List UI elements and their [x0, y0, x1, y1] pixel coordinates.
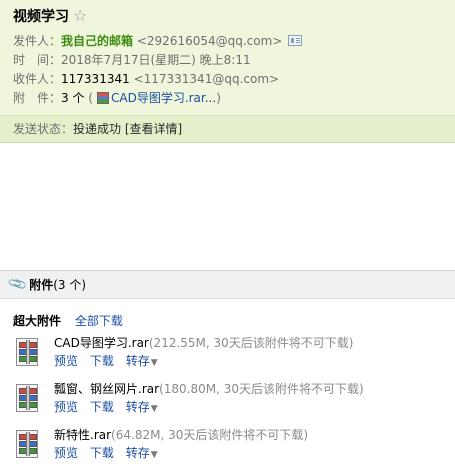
attachment-name-row: 新特性.rar(64.82M, 30天后该附件将不可下载): [54, 427, 308, 444]
recipient-address: <117331341@qq.com>: [133, 72, 280, 86]
send-status-value: 投递成功: [73, 122, 122, 136]
preview-link[interactable]: 预览: [54, 446, 78, 460]
attachment-summary-row: 附 件：3 个 ( CAD导图学习.rar...): [13, 89, 221, 107]
rar-archive-icon: [96, 92, 109, 104]
star-outline-icon[interactable]: ☆: [73, 8, 87, 24]
attachments-title: 附件: [29, 278, 54, 292]
download-all-link[interactable]: 全部下载: [75, 314, 123, 328]
attachment-actions: 预览 下载 转存▼: [54, 399, 166, 416]
send-status-label: 发送状态：: [13, 122, 74, 136]
sender-row: 发件人：我自己的邮箱 <292616054@qq.com>: [13, 32, 303, 50]
attachments-count: (3 个): [53, 278, 87, 292]
attachment-filename[interactable]: 瓢窗、钢丝网片.rar: [54, 382, 159, 396]
rar-archive-icon: [16, 384, 40, 414]
save-to-link[interactable]: 转存▼: [126, 400, 158, 414]
attachment-name-row: 瓢窗、钢丝网片.rar(180.80M, 30天后该附件将不可下载): [54, 381, 364, 398]
send-status-row: 发送状态：投递成功 [查看详情]: [13, 120, 182, 138]
attachments-subheader: 超大附件 全部下载: [13, 312, 123, 329]
attachment-close-paren: ): [216, 91, 221, 105]
recipient-name[interactable]: 117331341: [61, 72, 130, 86]
recipient-label: 收件人：: [13, 72, 62, 86]
attachment-actions: 预览 下载 转存▼: [54, 353, 166, 370]
attachment-label: 附 件：: [13, 91, 62, 105]
large-attachment-label: 超大附件: [13, 314, 62, 328]
email-subject: 视频学习: [13, 9, 69, 25]
caret-down-icon: ▼: [150, 358, 158, 368]
attachment-actions: 预览 下载 转存▼: [54, 445, 166, 462]
sender-address: <292616054@qq.com>: [136, 34, 283, 48]
rar-archive-icon: [16, 430, 40, 460]
send-status-bar: 发送状态：投递成功 [查看详情]: [0, 116, 455, 143]
download-link[interactable]: 下载: [90, 400, 114, 414]
attachment-item: 瓢窗、钢丝网片.rar(180.80M, 30天后该附件将不可下载) 预览 下载…: [16, 381, 446, 421]
sender-label: 发件人：: [13, 34, 62, 48]
attachment-item: 新特性.rar(64.82M, 30天后该附件将不可下载) 预览 下载 转存▼: [16, 427, 446, 467]
caret-down-icon: ▼: [150, 450, 158, 460]
view-details-link[interactable]: [查看详情]: [125, 122, 182, 136]
save-to-link[interactable]: 转存▼: [126, 446, 158, 460]
email-header: 视频学习 ☆ 发件人：我自己的邮箱 <292616054@qq.com> 时 间…: [0, 0, 455, 115]
time-row: 时 间：2018年7月17日(星期二) 晚上8:11: [13, 51, 251, 69]
recipient-row: 收件人：117331341 <117331341@qq.com>: [13, 70, 279, 88]
sender-name[interactable]: 我自己的邮箱: [61, 34, 133, 48]
attachment-item: CAD导图学习.rar(212.55M, 30天后该附件将不可下载) 预览 下载…: [16, 335, 446, 375]
attachment-meta: (180.80M, 30天后该附件将不可下载): [159, 382, 364, 396]
contact-card-icon[interactable]: [288, 35, 303, 46]
attachments-header: 📎 附件 (3 个): [0, 271, 455, 299]
rar-archive-icon: [16, 338, 40, 368]
download-link[interactable]: 下载: [90, 354, 114, 368]
download-link[interactable]: 下载: [90, 446, 114, 460]
time-value: 2018年7月17日(星期二) 晚上8:11: [61, 53, 251, 67]
paperclip-icon: 📎: [7, 273, 29, 296]
attachment-count: 3 个: [61, 91, 85, 105]
attachment-first-link[interactable]: CAD导图学习.rar...: [111, 91, 216, 105]
preview-link[interactable]: 预览: [54, 400, 78, 414]
time-label: 时 间：: [13, 53, 62, 67]
attachments-panel: 📎 附件 (3 个) 超大附件 全部下载 CAD导图学习.rar(212.55M,…: [0, 270, 455, 472]
save-to-link[interactable]: 转存▼: [126, 354, 158, 368]
attachment-name-row: CAD导图学习.rar(212.55M, 30天后该附件将不可下载): [54, 335, 353, 352]
attachment-open-paren: (: [88, 91, 93, 105]
caret-down-icon: ▼: [150, 404, 158, 414]
save-to-label: 转存: [125, 400, 150, 414]
attachment-filename[interactable]: 新特性.rar: [54, 428, 111, 442]
preview-link[interactable]: 预览: [54, 354, 78, 368]
attachment-meta: (64.82M, 30天后该附件将不可下载): [111, 428, 309, 442]
subject-row: 视频学习 ☆: [13, 6, 87, 26]
attachment-meta: (212.55M, 30天后该附件将不可下载): [148, 336, 354, 350]
attachment-filename[interactable]: CAD导图学习.rar: [54, 336, 149, 350]
save-to-label: 转存: [125, 354, 150, 368]
save-to-label: 转存: [125, 446, 150, 460]
